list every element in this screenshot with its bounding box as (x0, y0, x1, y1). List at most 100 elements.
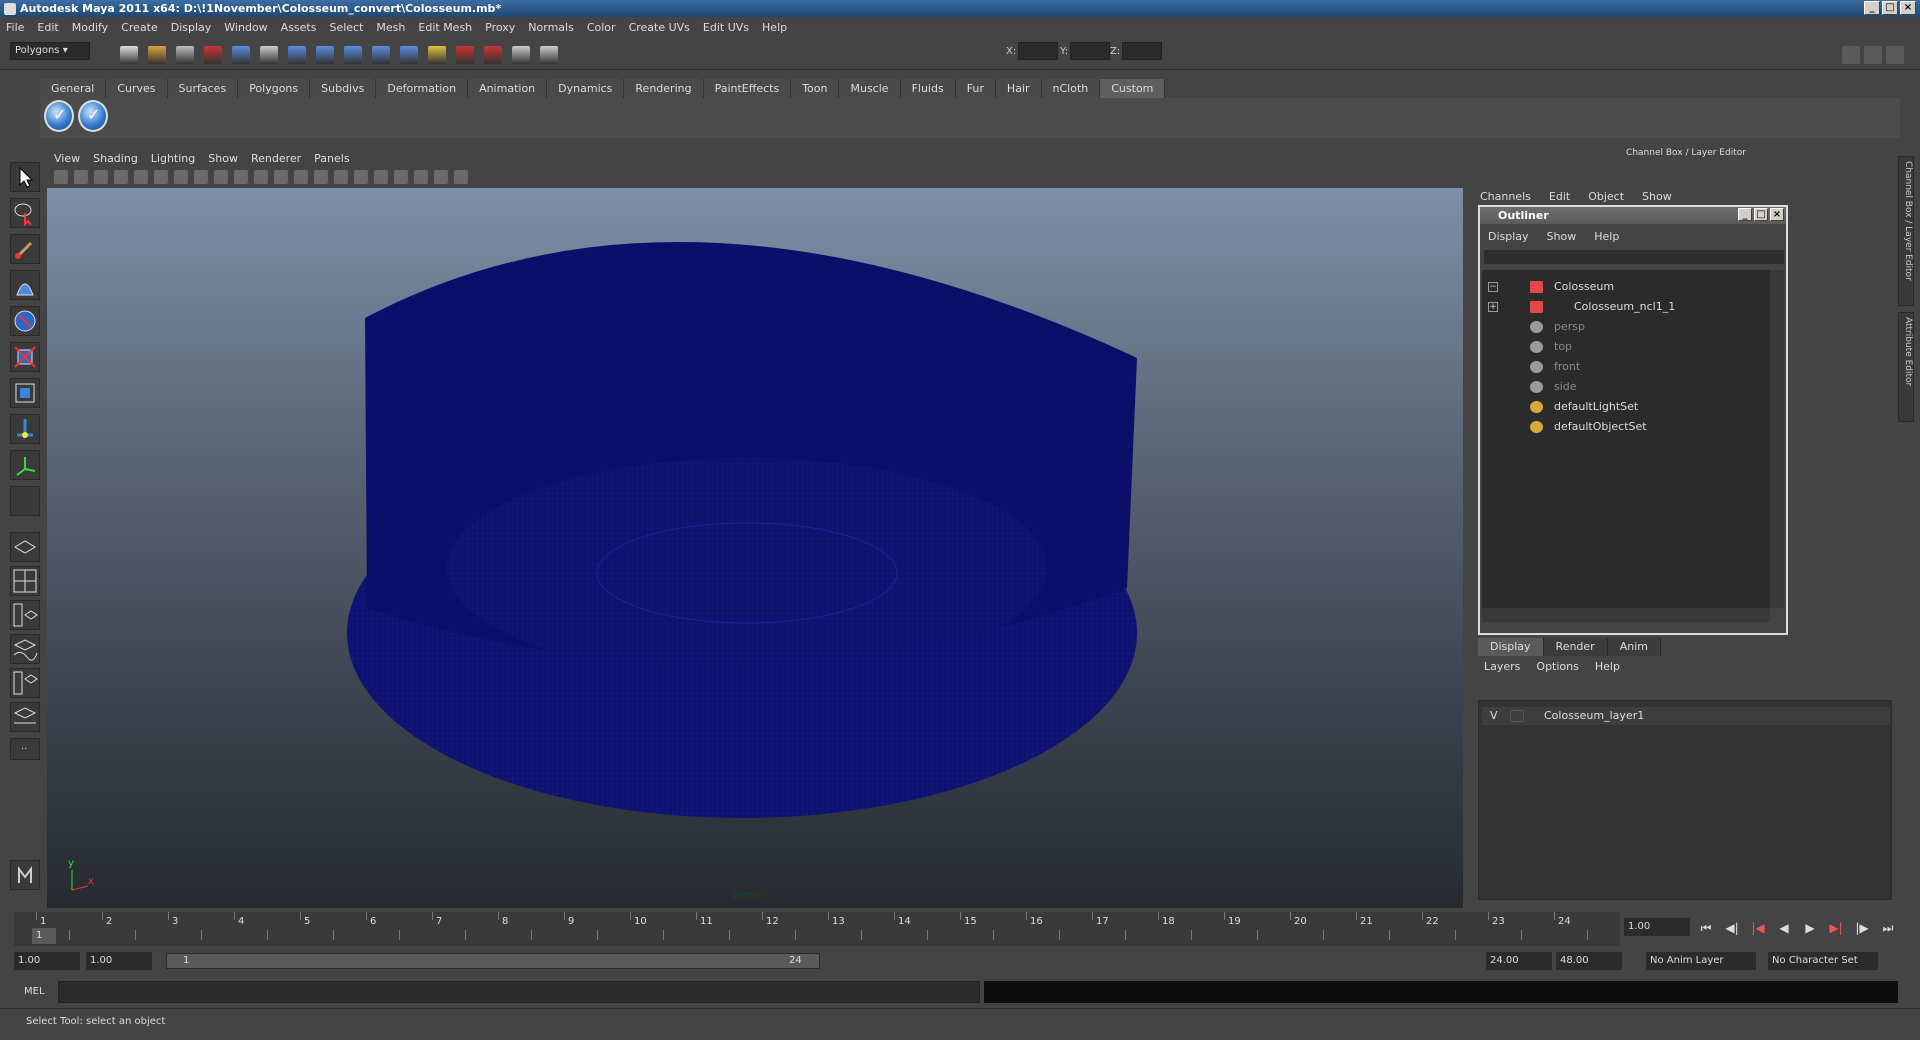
scale-tool[interactable] (10, 378, 40, 408)
menu-normals[interactable]: Normals (528, 21, 574, 34)
ipr-render-icon[interactable] (484, 46, 502, 64)
menu-edit[interactable]: Edit (37, 21, 58, 34)
menu-create-uvs[interactable]: Create UVs (629, 21, 690, 34)
isolate-select-icon[interactable] (394, 170, 408, 184)
sculpt-tool[interactable] (10, 270, 40, 300)
layout-options[interactable]: .. (10, 738, 40, 760)
close-button[interactable]: × (1900, 1, 1916, 15)
maya-settings-tool[interactable] (10, 860, 40, 890)
layer-tab-anim[interactable]: Anim (1607, 638, 1661, 656)
channel-box-menu-show[interactable]: Show (1642, 190, 1672, 203)
time-slider[interactable]: 1 2 3 4 5 6 7 8 9 10 11 12 13 14 15 16 17 18 19 20 21 22 23 24 1 (14, 912, 1620, 946)
viewport-menu-view[interactable]: View (54, 152, 80, 165)
wireframe-icon[interactable] (274, 170, 288, 184)
shelf-tab-hair[interactable]: Hair (995, 79, 1042, 98)
range-slider[interactable]: 1 24 (166, 953, 820, 969)
mel-toggle[interactable]: MEL (24, 986, 45, 997)
outliner-menu-show[interactable]: Show (1547, 230, 1577, 243)
paint-select-tool[interactable] (10, 234, 40, 264)
outliner-persp-layout[interactable] (10, 600, 40, 630)
history-icon[interactable] (428, 46, 446, 64)
character-set-dropdown[interactable]: No Character Set (1768, 952, 1878, 970)
outliner-horizontal-scrollbar[interactable] (1482, 608, 1770, 622)
shelf-tab-toon[interactable]: Toon (791, 79, 840, 98)
new-scene-icon[interactable] (120, 46, 138, 64)
expand-icon[interactable]: + (1488, 302, 1498, 312)
menu-proxy[interactable]: Proxy (485, 21, 515, 34)
film-gate-icon[interactable] (154, 170, 168, 184)
outliner-menu-display[interactable]: Display (1488, 230, 1529, 243)
camera-attributes-icon[interactable] (74, 170, 88, 184)
menu-help[interactable]: Help (762, 21, 787, 34)
snap-live-icon[interactable] (400, 46, 418, 64)
shelf-tab-deformation[interactable]: Deformation (376, 79, 469, 98)
select-object-icon[interactable] (232, 46, 250, 64)
last-tool[interactable] (10, 450, 40, 480)
shelf-tab-surfaces[interactable]: Surfaces (167, 79, 239, 98)
render-icon[interactable] (456, 46, 474, 64)
layer-template-toggle[interactable] (1510, 710, 1524, 722)
outliner-filter-field[interactable] (1484, 250, 1784, 264)
step-forward-key-button[interactable]: ▶| (1828, 920, 1844, 936)
lasso-tool[interactable] (10, 198, 40, 228)
use-all-lights-icon[interactable] (354, 170, 368, 184)
channel-box-side-tab[interactable]: Channel Box / Layer Editor (1898, 156, 1914, 306)
single-pane-layout[interactable] (10, 532, 40, 562)
image-plane-icon[interactable] (114, 170, 128, 184)
step-back-button[interactable]: ◀| (1724, 920, 1740, 936)
channel-box-menu-object[interactable]: Object (1588, 190, 1624, 203)
save-scene-icon[interactable] (176, 46, 194, 64)
outliner-maximize-button[interactable]: □ (1754, 208, 1768, 221)
animation-start-field[interactable]: 1.00 (14, 952, 80, 970)
menu-mesh[interactable]: Mesh (376, 21, 405, 34)
layer-tab-display[interactable]: Display (1478, 638, 1544, 656)
outliner-menu-help[interactable]: Help (1594, 230, 1619, 243)
play-forwards-button[interactable]: ▶ (1802, 920, 1818, 936)
layer-menu-help[interactable]: Help (1595, 660, 1620, 673)
shelf-tab-fluids[interactable]: Fluids (900, 79, 956, 98)
go-to-end-button[interactable]: ⏭ (1880, 920, 1896, 936)
layer-menu-options[interactable]: Options (1536, 660, 1578, 673)
safe-action-icon[interactable] (234, 170, 248, 184)
gate-mask-icon[interactable] (194, 170, 208, 184)
select-component-icon[interactable] (260, 46, 278, 64)
y-coord-field[interactable] (1070, 42, 1110, 60)
outliner-item[interactable]: front (1482, 358, 1770, 376)
script-persp-layout[interactable] (10, 702, 40, 732)
channel-box-menu-edit[interactable]: Edit (1549, 190, 1570, 203)
select-tool[interactable] (10, 162, 40, 192)
shelf-tab-animation[interactable]: Animation (468, 79, 548, 98)
shelf-tab-subdivs[interactable]: Subdivs (310, 79, 377, 98)
toggle-tool-settings-icon[interactable] (1886, 46, 1904, 64)
xray-joints-icon[interactable] (434, 170, 448, 184)
menu-assets[interactable]: Assets (281, 21, 317, 34)
move-tool[interactable] (10, 306, 40, 336)
graph-persp-layout[interactable] (10, 634, 40, 664)
snap-point-icon[interactable] (344, 46, 362, 64)
outliner-item[interactable]: + Colosseum_ncl1_1 (1482, 298, 1770, 316)
channel-box-menu-channels[interactable]: Channels (1480, 190, 1531, 203)
grid-icon[interactable] (134, 170, 148, 184)
maximize-button[interactable]: □ (1882, 1, 1898, 15)
snap-grid-icon[interactable] (288, 46, 306, 64)
manipulator-tool[interactable] (10, 414, 40, 444)
menu-window[interactable]: Window (224, 21, 267, 34)
outliner-item[interactable]: defaultObjectSet (1482, 418, 1770, 436)
shelf-tab-polygons[interactable]: Polygons (238, 79, 311, 98)
bookmark-icon[interactable] (94, 170, 108, 184)
shelf-tab-curves[interactable]: Curves (106, 79, 168, 98)
outliner-title-bar[interactable]: Outliner _ □ × (1480, 207, 1786, 224)
menu-modify[interactable]: Modify (72, 21, 108, 34)
select-hierarchy-icon[interactable] (204, 46, 222, 64)
viewport-menu-renderer[interactable]: Renderer (251, 152, 301, 165)
shadows-icon[interactable] (374, 170, 388, 184)
shelf-tab-painteffects[interactable]: PaintEffects (703, 79, 792, 98)
animation-end-field[interactable]: 48.00 (1556, 952, 1622, 970)
mel-input[interactable] (58, 981, 980, 1003)
hypershade-layout[interactable] (10, 668, 40, 698)
outliner-item[interactable]: defaultLightSet (1482, 398, 1770, 416)
safe-title-icon[interactable] (254, 170, 268, 184)
xray-components-icon[interactable] (454, 170, 468, 184)
viewport-menu-lighting[interactable]: Lighting (151, 152, 195, 165)
wireframe-on-shaded-icon[interactable] (314, 170, 328, 184)
